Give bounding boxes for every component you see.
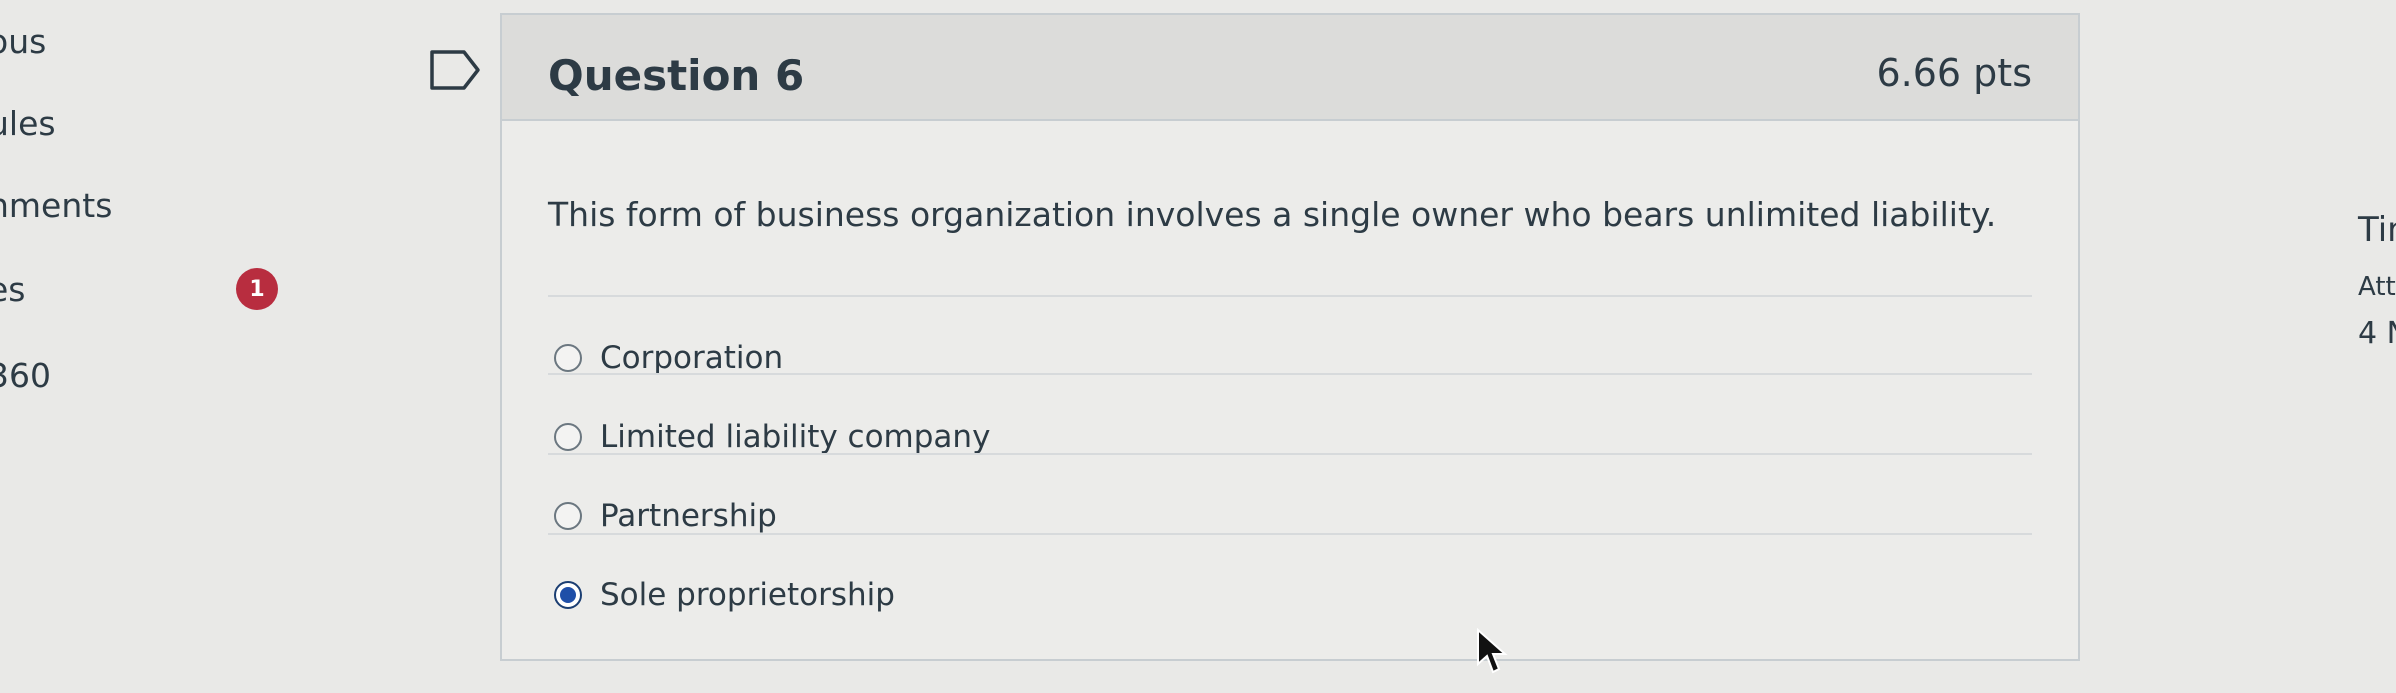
radio-button[interactable] (554, 502, 582, 530)
nav-item-360[interactable]: 360 (0, 356, 51, 395)
mouse-cursor-icon (1477, 628, 1508, 674)
question-text: This form of business organization invol… (548, 195, 1997, 234)
radio-button[interactable] (554, 344, 582, 372)
quiz-info-panel: Tin Att 4 N (2340, 0, 2396, 693)
radio-button[interactable] (554, 423, 582, 451)
answer-label: Sole proprietorship (600, 577, 895, 613)
nav-item-previous[interactable]: ous (0, 22, 46, 61)
answer-option-sole-proprietorship[interactable]: Sole proprietorship (554, 569, 895, 621)
divider (548, 453, 2032, 455)
attempt-label: Att (2358, 272, 2396, 302)
notification-badge: 1 (236, 268, 278, 310)
question-points: 6.66 pts (1876, 51, 2032, 95)
answer-option-corporation[interactable]: Corporation (554, 332, 783, 384)
bookmark-icon[interactable] (428, 48, 484, 92)
nav-item-assignments[interactable]: nments (0, 186, 112, 225)
nav-item-modules[interactable]: ules (0, 104, 56, 143)
course-navigation: ous ules nments es 1 360 (0, 0, 300, 693)
question-title: Question 6 (548, 51, 805, 100)
answer-label: Corporation (600, 340, 784, 376)
divider (548, 373, 2032, 375)
question-header: Question 6 6.66 pts (502, 15, 2078, 121)
nav-item-quizzes[interactable]: es (0, 270, 26, 309)
answer-label: Limited liability company (600, 419, 991, 455)
question-card: Question 6 6.66 pts This form of busines… (500, 13, 2080, 661)
radio-button-selected[interactable] (554, 581, 582, 609)
answer-label: Partnership (600, 498, 777, 534)
divider (548, 533, 2032, 535)
attempt-value: 4 N (2358, 316, 2396, 351)
time-label: Tin (2358, 210, 2396, 250)
divider (548, 295, 2032, 297)
answer-option-llc[interactable]: Limited liability company (554, 411, 990, 463)
